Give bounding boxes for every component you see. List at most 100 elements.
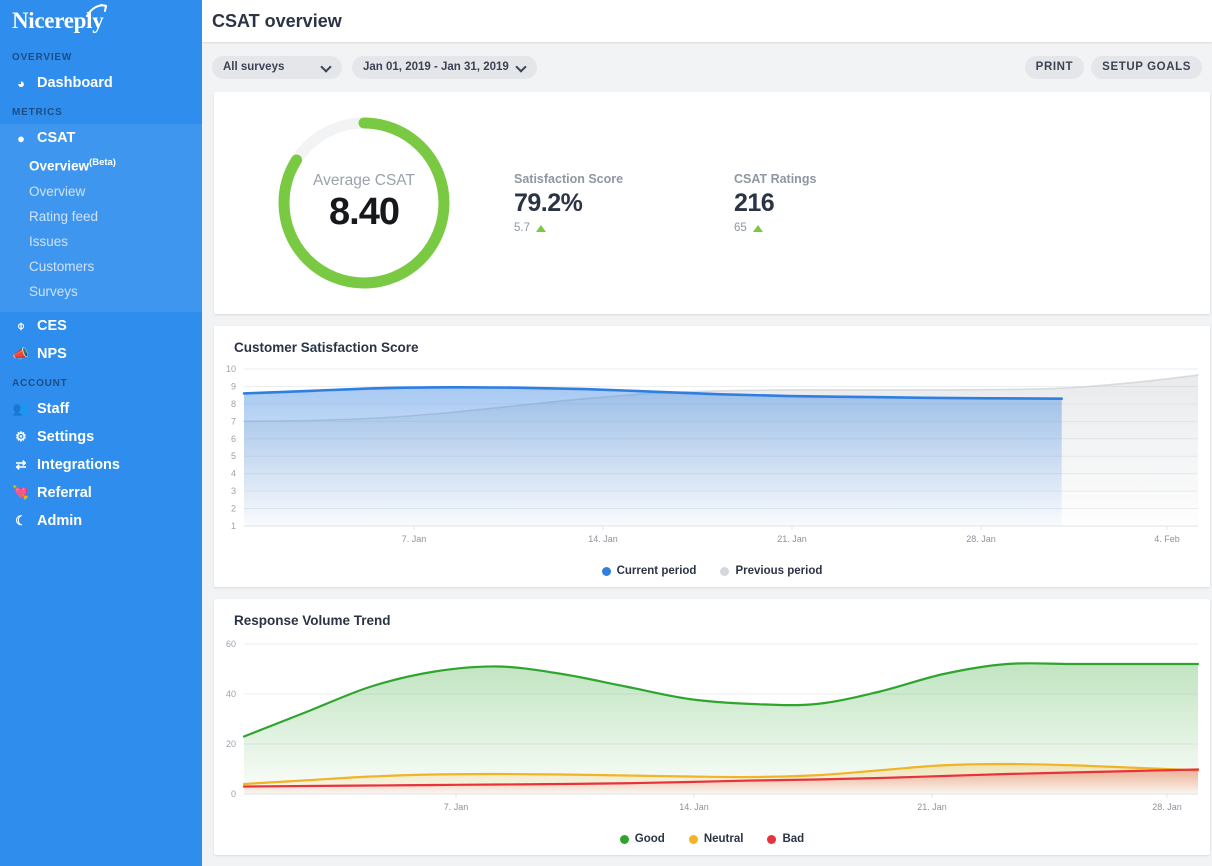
- sidebar-subitem-issues[interactable]: Issues: [0, 229, 202, 254]
- survey-select[interactable]: All surveys: [212, 55, 342, 79]
- svg-text:5: 5: [231, 451, 236, 461]
- svg-text:28. Jan: 28. Jan: [966, 534, 996, 544]
- svg-text:14. Jan: 14. Jan: [588, 534, 618, 544]
- kpi-delta: 5.7: [514, 222, 734, 234]
- kpi-label: CSAT Ratings: [734, 172, 817, 186]
- heart-hand-icon: 💘: [12, 485, 30, 500]
- print-button[interactable]: PRINT: [1024, 55, 1085, 79]
- sidebar-item-settings[interactable]: ⚙ Settings: [0, 423, 202, 451]
- chart-legend: Current period Previous period: [214, 565, 1210, 577]
- sidebar-csat-section: ● CSAT Overview(Beta) Overview Rating fe…: [0, 124, 202, 312]
- kpi-value: 79.2%: [514, 189, 583, 217]
- app-root: Nicereply OVERVIEW ◕ Dashboard METRICS ●…: [0, 0, 1212, 866]
- sidebar-item-csat[interactable]: ● CSAT: [0, 124, 202, 152]
- svg-text:21. Jan: 21. Jan: [777, 534, 807, 544]
- sidebar-item-staff[interactable]: 👥 Staff: [0, 395, 202, 423]
- legend-label: Good: [634, 833, 665, 845]
- svg-text:0: 0: [231, 789, 236, 799]
- setup-goals-button[interactable]: SETUP GOALS: [1091, 55, 1202, 79]
- svg-text:60: 60: [226, 639, 236, 649]
- sidebar-item-admin[interactable]: ☾ Admin: [0, 507, 202, 535]
- chevron-down-icon: [517, 63, 526, 72]
- kpi-label: Satisfaction Score: [514, 172, 624, 186]
- sidebar-item-ces[interactable]: ⌽ CES: [0, 312, 202, 340]
- arrows-icon: ⇄: [15, 457, 27, 472]
- kpi-delta: 65: [734, 222, 954, 234]
- legend-label: Bad: [782, 833, 805, 845]
- legend-color-dot: [619, 834, 629, 844]
- chevron-down-icon: [322, 63, 331, 72]
- legend-color-dot: [767, 834, 777, 844]
- legend-item-bad[interactable]: Bad: [767, 833, 804, 845]
- sidebar-item-nps[interactable]: 📣 NPS: [0, 340, 202, 368]
- svg-text:1: 1: [231, 521, 236, 531]
- megaphone-icon: 📣: [12, 346, 30, 361]
- chart-title: Response Volume Trend: [234, 613, 391, 628]
- csat-line-chart: 10 9 8 7 6 5 4 3 2 1 7. Jan 14. Jan 21. Jan 28. Jan 4.…: [226, 364, 1199, 544]
- beta-badge: (Beta): [89, 157, 116, 168]
- legend-item-previous-period[interactable]: Previous period: [720, 565, 822, 577]
- kpi-delta-value: 5.7: [514, 222, 530, 234]
- date-range-value: Jan 01, 2019 - Jan 31, 2019: [363, 61, 509, 73]
- legend-label: Previous period: [735, 565, 823, 577]
- svg-text:4: 4: [231, 469, 236, 479]
- kpi-summary-card: Average CSAT 8.40 Satisfaction Score 79.…: [214, 92, 1210, 314]
- brand-logo[interactable]: Nicereply: [0, 0, 202, 42]
- legend-item-neutral[interactable]: Neutral: [688, 833, 743, 845]
- kpi-delta-value: 65: [734, 222, 747, 234]
- legend-label: Current period: [616, 565, 697, 577]
- sidebar-group-account: ACCOUNT: [12, 377, 68, 389]
- average-csat-gauge: Average CSAT 8.40: [214, 111, 514, 295]
- sidebar-item-referral[interactable]: 💘 Referral: [0, 479, 202, 507]
- donut-value: 8.40: [329, 191, 400, 233]
- gauge-icon: ⌽: [17, 318, 25, 333]
- shield-icon: ☾: [15, 513, 27, 528]
- sidebar-item-label: Staff: [37, 400, 70, 417]
- donut-label: Average CSAT: [313, 172, 415, 189]
- svg-text:7. Jan: 7. Jan: [444, 802, 469, 812]
- svg-text:40: 40: [226, 689, 236, 699]
- donut-center-text: Average CSAT 8.40: [272, 111, 456, 295]
- page-title: CSAT overview: [212, 10, 342, 31]
- chart-area[interactable]: 60 40 20 0 7. Jan 14. Jan 21. Jan 28. Jan: [214, 634, 1210, 829]
- legend-color-dot: [720, 566, 730, 576]
- people-icon: 👥: [12, 401, 30, 416]
- gear-icon: ⚙: [15, 429, 27, 444]
- sidebar-item-label: Dashboard: [37, 75, 113, 91]
- sidebar-item-label: CES: [37, 317, 67, 334]
- sidebar-subitem-overview[interactable]: Overview: [0, 179, 202, 204]
- sidebar-item-label: NPS: [37, 345, 67, 362]
- svg-text:20: 20: [226, 739, 236, 749]
- sidebar-item-dashboard[interactable]: ◕ Dashboard: [0, 69, 202, 97]
- svg-text:14. Jan: 14. Jan: [679, 802, 709, 812]
- svg-text:3: 3: [231, 486, 236, 496]
- sidebar-subitem-surveys[interactable]: Surveys: [0, 279, 202, 304]
- toolbar-actions: PRINT SETUP GOALS: [1024, 55, 1202, 79]
- kpi-value: 216: [734, 189, 775, 217]
- sidebar-subitem-customers[interactable]: Customers: [0, 254, 202, 279]
- svg-text:7: 7: [231, 416, 236, 426]
- customer-satisfaction-score-card: Customer Satisfaction Score 10 9 8 7 6 5 4 3 2 1 7…: [214, 326, 1210, 587]
- sidebar-item-label: Integrations: [37, 456, 120, 473]
- legend-color-dot: [688, 834, 698, 844]
- svg-text:21. Jan: 21. Jan: [917, 802, 947, 812]
- main-content: CSAT overview All surveys Jan 01, 2019 -…: [202, 0, 1212, 866]
- kpi-csat-ratings: CSAT Ratings 216 65: [734, 172, 954, 234]
- filters-toolbar: All surveys Jan 01, 2019 - Jan 31, 2019 …: [202, 42, 1212, 92]
- sidebar-subitem-overview-beta[interactable]: Overview(Beta): [0, 152, 202, 179]
- sidebar-group-overview: OVERVIEW: [12, 52, 73, 63]
- sidebar-item-label: CSAT: [37, 130, 76, 146]
- sidebar-subitem-rating-feed[interactable]: Rating feed: [0, 204, 202, 229]
- date-range-select[interactable]: Jan 01, 2019 - Jan 31, 2019: [352, 55, 537, 79]
- sidebar-item-integrations[interactable]: ⇄ Integrations: [0, 451, 202, 479]
- trend-up-icon: [536, 224, 546, 232]
- sidebar: Nicereply OVERVIEW ◕ Dashboard METRICS ●…: [0, 0, 202, 866]
- donut-chart: Average CSAT 8.40: [272, 111, 456, 295]
- sidebar-subitem-label: Overview: [29, 158, 90, 174]
- svg-text:8: 8: [231, 399, 236, 409]
- chart-legend: Good Neutral Bad: [214, 833, 1210, 845]
- trend-up-icon: [752, 224, 763, 232]
- legend-item-good[interactable]: Good: [619, 833, 665, 845]
- legend-item-current-period[interactable]: Current period: [601, 565, 697, 577]
- chart-area[interactable]: 10 9 8 7 6 5 4 3 2 1 7. Jan 14. Jan 21. Jan 28. Jan 4.…: [214, 361, 1210, 561]
